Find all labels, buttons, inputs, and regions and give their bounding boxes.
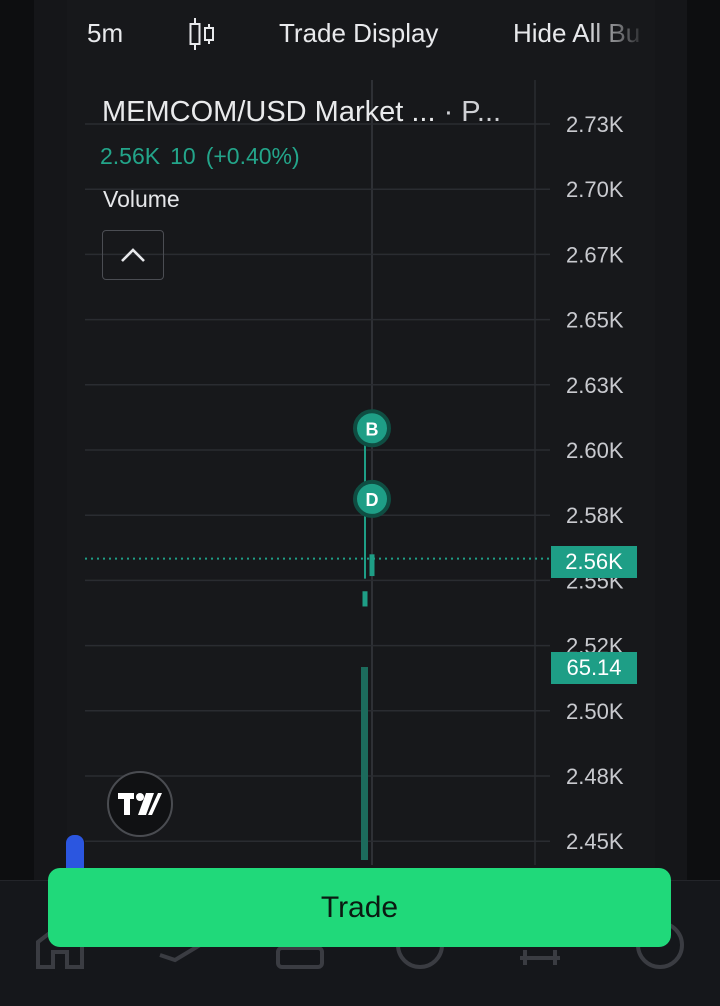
y-tick-label: 2.60K xyxy=(566,438,624,463)
price-chart[interactable]: 2.73K2.70K2.67K2.65K2.63K2.60K2.58K2.55K… xyxy=(0,0,720,880)
tradingview-logo[interactable] xyxy=(107,771,173,837)
volume-bar xyxy=(361,667,368,860)
y-tick-label: 2.65K xyxy=(566,308,624,333)
change-abs: 10 xyxy=(170,143,196,169)
chart-title: MEMCOM/USD Market ... · P... xyxy=(102,96,501,129)
trade-marker-label: B xyxy=(366,419,379,439)
volume-badge: 65.14 xyxy=(551,652,637,684)
candle-body xyxy=(369,554,375,577)
candle-body xyxy=(362,591,368,607)
y-tick-label: 2.63K xyxy=(566,373,624,398)
last-price-badge: 2.56K xyxy=(551,546,637,578)
last-price: 2.56K xyxy=(100,143,161,169)
y-tick-label: 2.67K xyxy=(566,242,624,267)
change-pct: (+0.40%) xyxy=(205,143,300,169)
y-tick-label: 2.70K xyxy=(566,177,624,202)
price-change-row: 2.56K 10 (+0.40%) xyxy=(100,143,310,170)
trade-marker-label: D xyxy=(366,490,379,510)
y-tick-label: 2.48K xyxy=(566,764,624,789)
collapse-button[interactable] xyxy=(102,230,164,280)
y-tick-label: 2.58K xyxy=(566,503,624,528)
y-tick-label: 2.45K xyxy=(566,829,624,854)
symbol-title: MEMCOM/USD Market ... xyxy=(102,96,436,128)
y-tick-label: 2.73K xyxy=(566,112,624,137)
title-suffix: · P... xyxy=(443,96,502,128)
y-tick-label: 2.50K xyxy=(566,699,624,724)
trade-button[interactable]: Trade xyxy=(48,868,671,947)
tv-logo-icon xyxy=(118,793,162,815)
volume-label: Volume xyxy=(103,186,180,212)
chevron-up-icon xyxy=(121,248,145,262)
